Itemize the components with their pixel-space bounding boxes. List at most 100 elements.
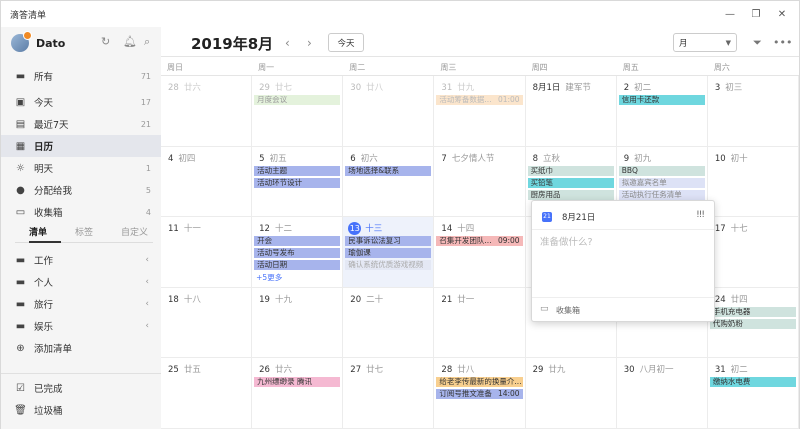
day-cell[interactable]: 8月1日 建军节: [525, 76, 617, 147]
sidebar-item-0[interactable]: ▬ 所有 71: [1, 65, 161, 87]
sidebar-item-6[interactable]: ▭ 收集箱 4: [1, 201, 161, 223]
calendar-event[interactable]: 活动执行任务清单: [618, 189, 705, 200]
calendar-event[interactable]: 买纸巾: [527, 165, 614, 176]
inbox-icon[interactable]: ▭: [540, 304, 549, 314]
day-cell[interactable]: 13 十三 民事诉讼法复习 瑜伽课 确认系统优质游戏视频: [343, 217, 435, 288]
calendar-event[interactable]: 民事诉讼法复习: [345, 236, 432, 247]
day-cell[interactable]: 31 廿九 活动筹备数据... 01:00: [434, 76, 526, 147]
popup-date[interactable]: 8月21日: [562, 211, 595, 223]
sidebar-item-trash[interactable]: 🗑︎ 垃圾桶: [1, 399, 161, 421]
calendar-event[interactable]: 给老李传最新的换量介...: [436, 377, 523, 388]
tab-tags[interactable]: 标签: [61, 225, 107, 242]
calendar-event[interactable]: 活动日期: [254, 260, 341, 271]
calendar-event[interactable]: 手机充电器: [709, 306, 796, 317]
day-cell[interactable]: 31 初二 缴纳水电费: [707, 358, 799, 429]
bell-icon[interactable]: 🔔︎: [123, 35, 137, 48]
chevron-left-icon[interactable]: ‹: [145, 299, 149, 309]
minimize-icon[interactable]: —: [717, 5, 743, 23]
sidebar-item-completed[interactable]: ☑ 已完成: [1, 377, 161, 399]
list-selector[interactable]: 收集箱: [556, 305, 580, 316]
next-month-icon[interactable]: ›: [307, 36, 312, 50]
day-cell[interactable]: 4 初四: [161, 146, 253, 218]
chevron-left-icon[interactable]: ‹: [145, 321, 149, 331]
day-cell[interactable]: 6 初六 场地选择&联系: [343, 146, 435, 218]
close-icon[interactable]: ✕: [769, 5, 795, 23]
avatar[interactable]: [11, 31, 32, 52]
day-cell[interactable]: 11 十一: [161, 217, 253, 288]
trash-icon: 🗑︎: [14, 404, 27, 416]
sidebar-item-5[interactable]: ● 分配给我 5: [1, 179, 161, 201]
tab-lists[interactable]: 清单: [15, 225, 61, 242]
sidebar-item-3[interactable]: ▦ 日历: [1, 135, 161, 157]
sidebar-item-1[interactable]: ▣ 今天 17: [1, 91, 161, 113]
day-cell[interactable]: 26 廿六 九州缥缈录 腾讯: [252, 358, 344, 429]
day-cell[interactable]: 25 廿五: [161, 358, 253, 429]
day-cell[interactable]: 5 初五 活动主题 活动环节设计: [252, 146, 344, 218]
day-cell[interactable]: 29 廿九: [525, 358, 617, 429]
calendar-event[interactable]: 信用卡还款: [618, 95, 705, 105]
calendar-event[interactable]: 九州缥缈录 腾讯: [254, 377, 341, 388]
calendar-event[interactable]: 缴纳水电费: [709, 377, 796, 388]
day-cell[interactable]: 7 七夕情人节: [434, 146, 526, 218]
calendar-event[interactable]: 代购奶粉: [709, 318, 796, 329]
day-cell[interactable]: 30 八月初一: [616, 358, 708, 429]
calendar-event[interactable]: 活动环节设计: [254, 177, 341, 188]
calendar-event[interactable]: 活动主题: [254, 165, 341, 176]
calendar-event[interactable]: 厨房用品: [527, 189, 614, 200]
chevron-left-icon[interactable]: ‹: [145, 277, 149, 287]
more-events-link[interactable]: +5更多: [256, 272, 282, 283]
priority-icon[interactable]: !!!: [696, 210, 705, 220]
more-icon[interactable]: •••: [773, 36, 792, 49]
day-number: 7 七夕情人节: [441, 152, 494, 164]
calendar-event[interactable]: 活动号发布: [254, 248, 341, 259]
list-item[interactable]: ▬ 旅行 ‹: [1, 293, 161, 315]
list-item[interactable]: ▬ 娱乐 ‹: [1, 315, 161, 337]
day-cell[interactable]: 27 廿七: [343, 358, 435, 429]
list-item[interactable]: ▬ 个人 ‹: [1, 271, 161, 293]
calendar-event[interactable]: 瑜伽课: [345, 248, 432, 259]
day-cell[interactable]: 20 二十: [343, 287, 435, 359]
day-cell[interactable]: 28 廿八 给老李传最新的换量介... 订阅号推文准备 14:00: [434, 358, 526, 429]
day-cell[interactable]: 18 十八: [161, 287, 253, 359]
day-cell[interactable]: 12 十二 开会 活动号发布 活动日期 +5更多: [252, 217, 344, 288]
chevron-left-icon[interactable]: ‹: [145, 255, 149, 265]
list-item[interactable]: ▬ 工作 ‹: [1, 249, 161, 271]
calendar-event[interactable]: 拟邀嘉宾名单: [618, 177, 705, 188]
lunar-date: 建军节: [565, 83, 591, 93]
day-cell[interactable]: 10 初十: [707, 146, 799, 218]
calendar-event[interactable]: BBQ: [618, 165, 705, 176]
calendar-event[interactable]: 开会: [254, 236, 341, 247]
day-cell[interactable]: 14 十四 召集开发团队... 09:00: [434, 217, 526, 288]
day-cell[interactable]: 21 廿一: [434, 287, 526, 359]
today-button[interactable]: 今天: [328, 33, 364, 52]
maximize-icon[interactable]: ❐: [743, 5, 769, 23]
calendar-event[interactable]: 买铅笔: [527, 177, 614, 188]
day-cell[interactable]: 17 十七: [707, 217, 799, 288]
sidebar-item-4[interactable]: ☼ 明天 1: [1, 157, 161, 179]
calendar-event[interactable]: 月度会议: [254, 95, 341, 105]
user-profile[interactable]: Dato: [11, 31, 65, 53]
lunar-date: 初六: [360, 153, 378, 164]
add-list-button[interactable]: ⊕ 添加清单: [1, 337, 161, 359]
day-cell[interactable]: 2 初二 信用卡还款: [616, 76, 708, 147]
calendar-event[interactable]: 召集开发团队... 09:00: [436, 236, 523, 247]
tab-custom[interactable]: 自定义: [107, 225, 153, 242]
search-icon[interactable]: ⌕: [144, 35, 150, 49]
day-cell[interactable]: 28 廿六: [161, 76, 253, 147]
day-cell[interactable]: 30 廿八: [343, 76, 435, 147]
calendar-event[interactable]: 确认系统优质游戏视频: [345, 260, 432, 271]
day-cell[interactable]: 29 廿七 月度会议: [252, 76, 344, 147]
prev-month-icon[interactable]: ‹: [285, 36, 290, 50]
sidebar-item-2[interactable]: ▤ 最近7天 21: [1, 113, 161, 135]
task-title-input[interactable]: 准备做什么?: [540, 234, 593, 248]
view-mode-select[interactable]: 月 ▼: [673, 33, 737, 52]
calendar-event[interactable]: 订阅号推文准备 14:00: [436, 389, 523, 400]
day-cell[interactable]: 19 十九: [252, 287, 344, 359]
filter-icon[interactable]: ⏷: [753, 36, 762, 50]
calendar-event[interactable]: 场地选择&联系: [345, 165, 432, 176]
day-cell[interactable]: 3 初三: [707, 76, 799, 147]
calendar-date-icon[interactable]: 21: [542, 212, 552, 222]
sync-icon[interactable]: ↻: [101, 35, 110, 48]
day-cell[interactable]: 24 廿四 手机充电器 代购奶粉: [707, 287, 799, 359]
calendar-event[interactable]: 活动筹备数据... 01:00: [436, 95, 523, 105]
